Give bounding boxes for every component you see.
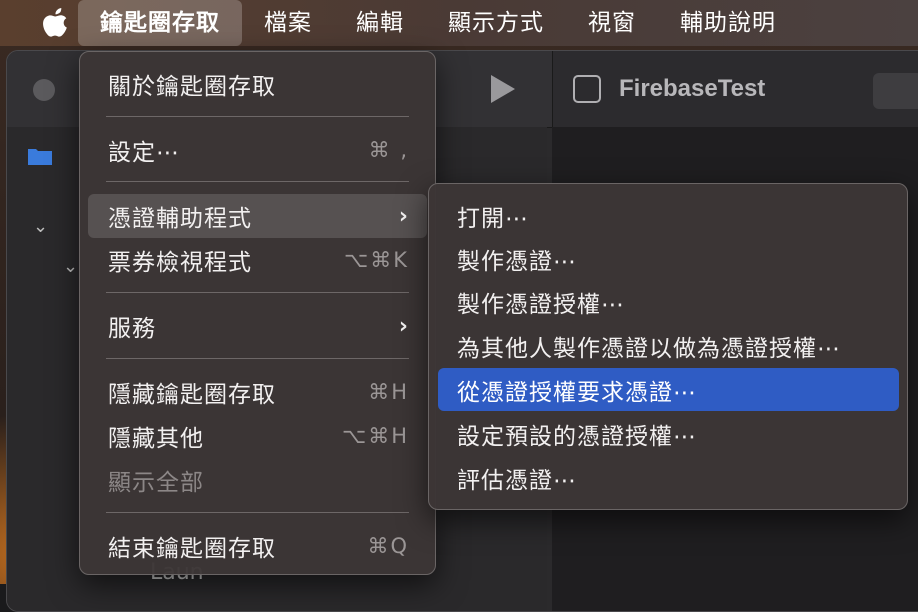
menu-item-label: 隱藏鑰匙圈存取: [108, 382, 276, 408]
menu-item-label: 關於鑰匙圈存取: [108, 74, 276, 100]
menu-item-label: 憑證輔助程式: [108, 206, 252, 232]
menu-item-hide-others[interactable]: 隱藏其他 ⌥⌘H: [88, 414, 427, 458]
menu-item-hide-app[interactable]: 隱藏鑰匙圈存取 ⌘H: [88, 370, 427, 414]
submenu-item-set-default-ca[interactable]: 設定預設的憑證授權⋯: [438, 412, 899, 455]
app-target-icon: [573, 75, 601, 103]
menubar-item-edit[interactable]: 編輯: [334, 0, 426, 46]
menu-item-settings[interactable]: 設定⋯ ⌘ ,: [88, 128, 427, 172]
submenu-item-create-cert-for-others[interactable]: 為其他人製作憑證以做為憑證授權⋯: [438, 324, 899, 367]
menu-separator: [106, 292, 409, 293]
chevron-down-icon[interactable]: ⌄: [63, 256, 78, 277]
menu-item-shortcut: ⌘ ,: [368, 138, 409, 162]
apple-icon: [43, 8, 67, 37]
app-target-icon[interactable]: [873, 73, 918, 109]
menu-item-quit[interactable]: 結束鑰匙圈存取 ⌘Q: [88, 524, 427, 568]
chevron-right-icon: ›: [398, 203, 409, 229]
menu-separator: [106, 181, 409, 182]
submenu-item-open[interactable]: 打開⋯: [438, 194, 899, 237]
run-button[interactable]: [491, 75, 515, 103]
menubar-item-help[interactable]: 輔助說明: [658, 0, 798, 46]
menubar-item-file[interactable]: 檔案: [242, 0, 334, 46]
submenu-item-create-certificate[interactable]: 製作憑證⋯: [438, 237, 899, 280]
menu-bar: 鑰匙圈存取 檔案 編輯 顯示方式 視窗 輔助說明: [0, 0, 918, 46]
menu-item-shortcut: ⌘H: [368, 380, 409, 404]
menu-item-shortcut: ⌥⌘K: [344, 248, 409, 272]
folder-icon[interactable]: [27, 146, 53, 166]
chevron-down-icon[interactable]: ⌄: [33, 216, 48, 237]
close-window-button[interactable]: [33, 79, 55, 101]
menu-separator: [106, 512, 409, 513]
menu-item-about[interactable]: 關於鑰匙圈存取: [88, 62, 427, 106]
menu-separator: [106, 358, 409, 359]
menu-item-label: 票券檢視程式: [108, 250, 252, 276]
menu-item-certificate-assistant[interactable]: 憑證輔助程式 ›: [88, 194, 427, 238]
menu-item-ticket-viewer[interactable]: 票券檢視程式 ⌥⌘K: [88, 238, 427, 282]
submenu-item-evaluate-certificate[interactable]: 評估憑證⋯: [438, 456, 899, 499]
menu-item-services[interactable]: 服務 ›: [88, 304, 427, 348]
menu-item-label: 設定⋯: [108, 140, 180, 166]
submenu-item-create-ca[interactable]: 製作憑證授權⋯: [438, 280, 899, 323]
menubar-item-keychain-access[interactable]: 鑰匙圈存取: [78, 0, 242, 46]
certificate-assistant-submenu: 打開⋯ 製作憑證⋯ 製作憑證授權⋯ 為其他人製作憑證以做為憑證授權⋯ 從憑證授權…: [428, 183, 908, 510]
chevron-right-icon: ›: [398, 313, 409, 339]
menu-item-show-all: 顯示全部: [88, 458, 427, 502]
submenu-item-request-certificate[interactable]: 從憑證授權要求憑證⋯: [438, 368, 899, 411]
apple-menu-icon[interactable]: [38, 7, 72, 39]
app-menu-dropdown: 關於鑰匙圈存取 設定⋯ ⌘ , 憑證輔助程式 › 票券檢視程式 ⌥⌘K 服務 ›…: [79, 51, 436, 575]
menu-item-shortcut: ⌘Q: [367, 534, 409, 558]
menu-separator: [106, 116, 409, 117]
menu-item-label: 隱藏其他: [108, 426, 204, 452]
menubar-item-window[interactable]: 視窗: [566, 0, 658, 46]
menu-item-label: 顯示全部: [108, 470, 204, 496]
menu-item-shortcut: ⌥⌘H: [342, 424, 409, 448]
menu-item-label: 結束鑰匙圈存取: [108, 536, 276, 562]
menubar-item-view[interactable]: 顯示方式: [426, 0, 566, 46]
tab-title[interactable]: FirebaseTest: [619, 75, 765, 103]
menu-item-label: 服務: [108, 316, 156, 342]
